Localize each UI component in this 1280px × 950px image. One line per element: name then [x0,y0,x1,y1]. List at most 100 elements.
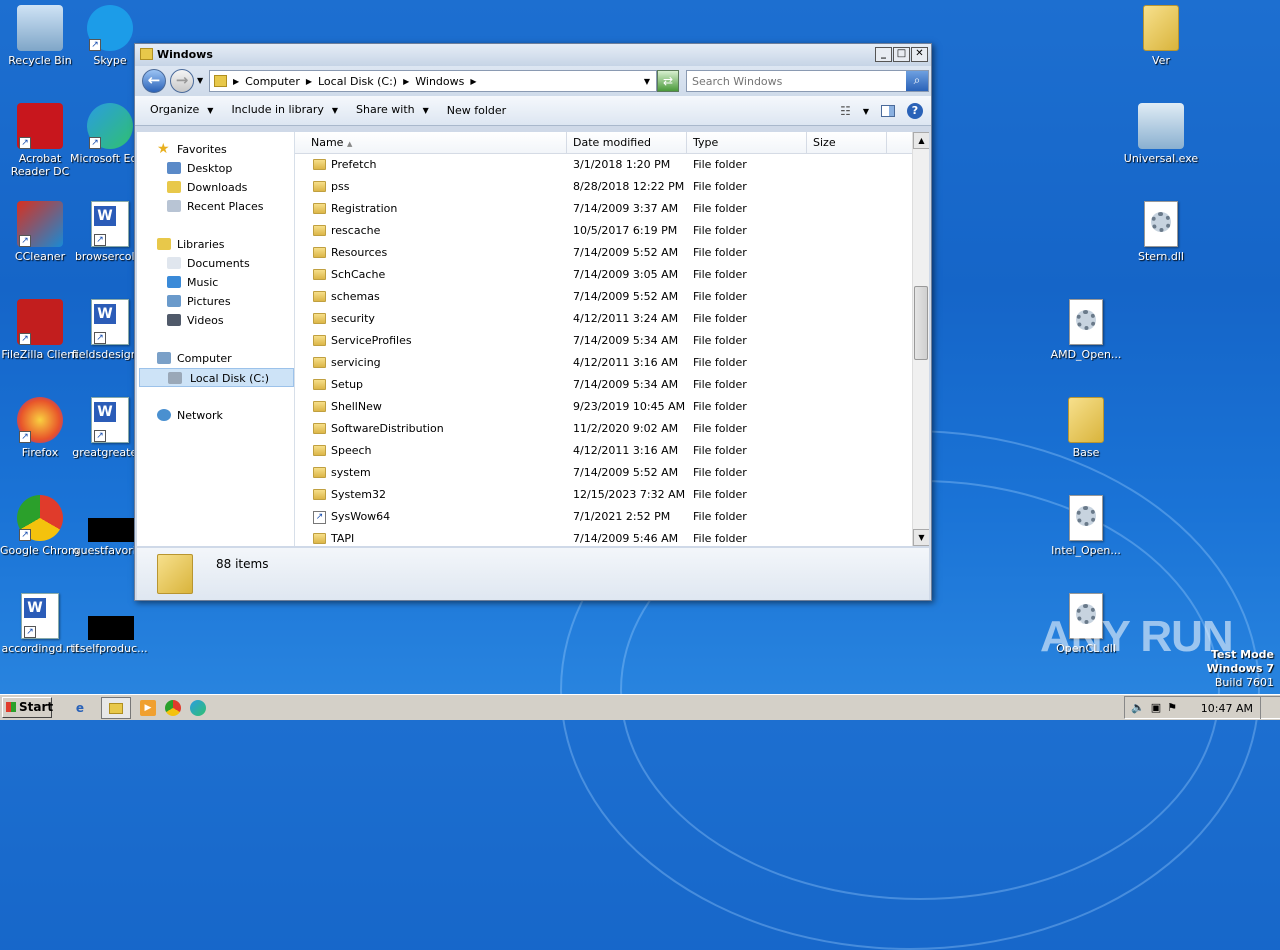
file-date: 3/1/2018 1:20 PM [573,158,671,171]
file-row[interactable]: ShellNew 9/23/2019 10:45 AM File folder [295,396,929,418]
include-in-library-button[interactable]: Include in library ▼ [222,100,347,121]
nav-local-disk[interactable]: Local Disk (C:) [139,368,294,387]
media-player-icon[interactable]: ▶ [140,699,156,716]
nav-lib-documents[interactable]: Documents [137,254,294,273]
close-button[interactable]: ✕ [911,47,928,62]
title-bar[interactable]: Windows _ □ ✕ [135,44,931,66]
file-row[interactable]: ↗ SysWow64 7/1/2021 2:52 PM File folder [295,506,929,528]
file-row[interactable]: SchCache 7/14/2009 3:05 AM File folder [295,264,929,286]
search-icon[interactable]: ⌕ [906,71,928,91]
start-button[interactable]: Start [2,697,53,718]
show-desktop-button[interactable] [1260,697,1278,719]
desktop-icon-right-4[interactable]: Base [1046,397,1126,459]
explorer-taskbar-button[interactable] [101,696,131,719]
file-row[interactable]: rescache 10/5/2017 6:19 PM File folder [295,220,929,242]
nav-fav-recent-places[interactable]: Recent Places [137,197,294,216]
column-type[interactable]: Type [687,132,807,153]
folder-icon [1143,5,1179,51]
window-title: Windows [157,48,213,61]
explorer-window[interactable]: Windows _ □ ✕ ← → ▼ ▶ Computer ▶ Local D… [134,43,932,601]
desktop-icon-label: Intel_Open... [1051,544,1121,557]
internet-explorer-icon[interactable]: e [68,697,92,719]
file-row[interactable]: system 7/14/2009 5:52 AM File folder [295,462,929,484]
file-row[interactable]: ServiceProfiles 7/14/2009 5:34 AM File fol… [295,330,929,352]
desktop-icon-right-5[interactable]: Intel_Open... [1046,495,1126,557]
scroll-down-button[interactable]: ▼ [913,529,929,546]
scroll-thumb[interactable] [914,286,928,360]
file-date: 7/14/2009 5:52 AM [573,466,679,479]
desktop-icon-left-2[interactable]: ↗ Acrobat Reader DC [0,103,80,178]
forward-button[interactable]: → [170,69,194,93]
action-center-icon[interactable]: ⚑ [1167,701,1177,714]
edge-icon[interactable] [190,699,206,716]
desktop-icon-left-0[interactable]: Recycle Bin [0,5,80,67]
file-row[interactable]: System32 12/15/2023 7:32 AM File folder [295,484,929,506]
file-row[interactable]: Resources 7/14/2009 5:52 AM File folder [295,242,929,264]
address-dropdown[interactable]: ▼ [644,77,650,86]
new-folder-button[interactable]: New folder [438,101,515,121]
file-date: 4/12/2011 3:24 AM [573,312,679,325]
help-icon[interactable]: ? [907,103,923,119]
breadcrumb-local-disk[interactable]: Local Disk (C:) [318,75,397,88]
clock[interactable]: 10:47 AM [1201,702,1253,715]
desktop-icon-right-1[interactable]: Universal.exe [1121,103,1201,165]
recent-pages-dropdown[interactable]: ▼ [197,76,203,85]
desktop-icon-left-6[interactable]: ↗ FileZilla Client [0,299,80,361]
nav-lib-music[interactable]: Music [137,273,294,292]
file-row[interactable]: SoftwareDistribution 11/2/2020 9:02 AM Fil… [295,418,929,440]
address-field[interactable]: ▶ Computer ▶ Local Disk (C:) ▶ Windows ▶… [209,70,657,92]
column-size[interactable]: Size [807,132,887,153]
nav-fav-desktop[interactable]: Desktop [137,159,294,178]
file-row[interactable]: Setup 7/14/2009 5:34 AM File folder [295,374,929,396]
organize-button[interactable]: Organize ▼ [141,100,222,121]
file-row[interactable]: schemas 7/14/2009 5:52 AM File folder [295,286,929,308]
share-with-button[interactable]: Share with ▼ [347,100,438,121]
scroll-up-button[interactable]: ▲ [913,132,929,149]
search-box[interactable]: ⌕ [686,70,929,92]
file-row[interactable]: security 4/12/2011 3:24 AM File folder [295,308,929,330]
refresh-button[interactable]: ⇄ [657,70,679,92]
nav-favorites[interactable]: ★ Favorites [137,140,294,159]
file-row[interactable]: TAPI 7/14/2009 5:46 AM File folder [295,528,929,546]
file-name: system [331,466,371,479]
nav-lib-pictures[interactable]: Pictures [137,292,294,311]
desktop-icon-left-4[interactable]: ↗ CCleaner [0,201,80,263]
desktop-icon-left-10[interactable]: ↗ Google Chrome [0,495,80,557]
maximize-button[interactable]: □ [893,47,910,62]
chrome-icon[interactable] [165,699,181,716]
preview-pane-icon[interactable] [881,105,895,117]
breadcrumb-computer[interactable]: Computer [245,75,300,88]
volume-icon[interactable]: 🔈 [1131,701,1145,714]
file-row[interactable]: Prefetch 3/1/2018 1:20 PM File folder [295,154,929,176]
anyrun-watermark: ANY RUN [1040,612,1234,661]
view-dropdown[interactable]: ▼ [863,107,869,116]
nav-network[interactable]: Network [137,406,294,425]
view-options-icon[interactable]: ☷ [840,104,851,118]
nav-lib-videos[interactable]: Videos [137,311,294,330]
desktop-icon-label: Base [1072,446,1100,459]
desktop-icon-left-12[interactable]: W ↗ accordingd.rtf [0,593,80,655]
desktop-icon-right-0[interactable]: Ver [1121,5,1201,67]
file-row[interactable]: Speech 4/12/2011 3:16 AM File folder [295,440,929,462]
back-button[interactable]: ← [142,69,166,93]
nav-libraries[interactable]: Libraries [137,235,294,254]
nav-fav-downloads[interactable]: Downloads [137,178,294,197]
breadcrumb-windows[interactable]: Windows [415,75,464,88]
network-tray-icon[interactable]: ▣ [1151,701,1161,714]
vertical-scrollbar[interactable]: ▲ ▼ [912,132,929,546]
desktop-icon-right-3[interactable]: AMD_Open... [1046,299,1126,361]
minimize-button[interactable]: _ [875,47,892,62]
file-row[interactable]: Registration 7/14/2009 3:37 AM File folder [295,198,929,220]
file-date: 8/28/2018 12:22 PM [573,180,685,193]
desktop-icon-left-8[interactable]: ↗ Firefox [0,397,80,459]
column-name[interactable]: Name ▲ [295,132,567,153]
file-row[interactable]: pss 8/28/2018 12:22 PM File folder [295,176,929,198]
desktop-icon-right-2[interactable]: Stern.dll [1121,201,1201,263]
file-date: 9/23/2019 10:45 AM [573,400,686,413]
column-date-modified[interactable]: Date modified [567,132,687,153]
search-input[interactable] [687,71,902,91]
dll-icon [1069,495,1103,541]
file-row[interactable]: servicing 4/12/2011 3:16 AM File folder [295,352,929,374]
nav-computer[interactable]: Computer [137,349,294,368]
word-doc-icon: W ↗ [91,397,129,443]
